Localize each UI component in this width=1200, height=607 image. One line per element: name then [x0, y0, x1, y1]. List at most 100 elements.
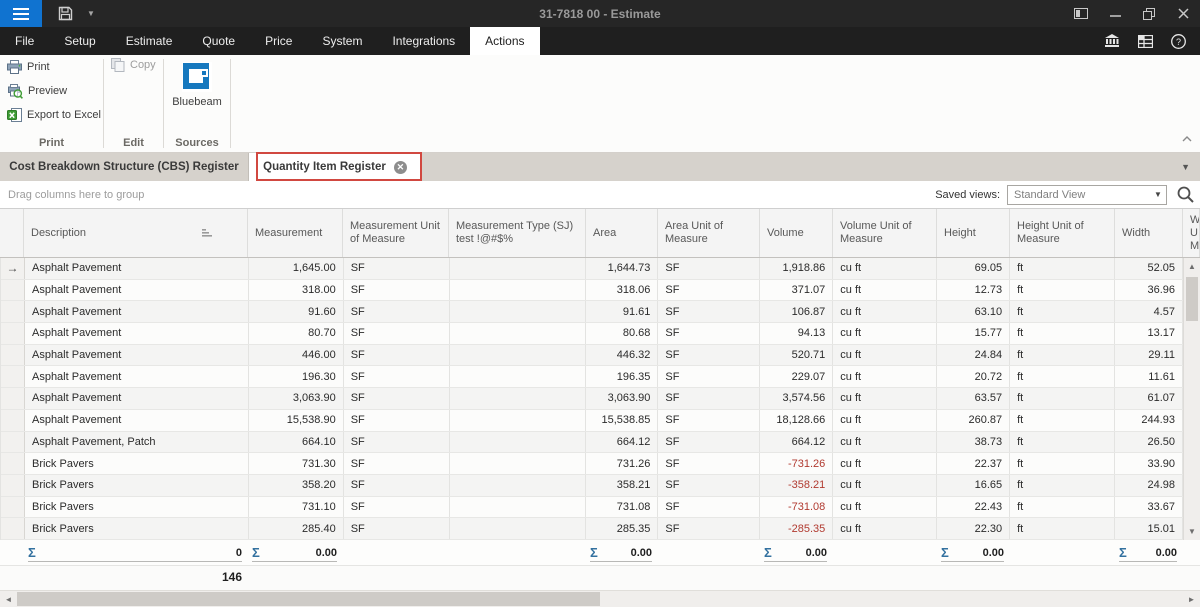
row-indicator-cell[interactable] [1, 497, 25, 518]
help-button[interactable]: ? [1171, 34, 1186, 49]
cell-measurement-type[interactable] [450, 301, 587, 322]
row-indicator-cell[interactable] [1, 410, 25, 431]
tab-cbs-register[interactable]: Cost Breakdown Structure (CBS) Register [0, 153, 249, 181]
cell-height[interactable]: 16.65 [937, 475, 1010, 496]
row-indicator-cell[interactable] [1, 453, 25, 474]
cell-width[interactable]: 26.50 [1115, 432, 1183, 453]
cell-description[interactable]: Brick Pavers [25, 518, 249, 539]
cell-measurement[interactable]: 80.70 [249, 323, 344, 344]
cell-area[interactable]: 446.32 [586, 345, 658, 366]
cell-area[interactable]: 731.26 [586, 453, 658, 474]
cell-volume[interactable]: -358.21 [760, 475, 833, 496]
cell-measurement[interactable]: 731.30 [249, 453, 344, 474]
horizontal-scrollbar[interactable]: ◄ ► [0, 590, 1200, 607]
cell-volume-uom[interactable]: cu ft [833, 366, 937, 387]
cell-height-uom[interactable]: ft [1010, 518, 1115, 539]
cell-volume-uom[interactable]: cu ft [833, 345, 937, 366]
cell-description[interactable]: Asphalt Pavement [25, 323, 249, 344]
menu-item-system[interactable]: System [307, 27, 377, 55]
summary-field-area[interactable]: Σ0.00 [590, 544, 652, 562]
column-header-area[interactable]: Area [586, 209, 658, 257]
preview-button[interactable]: Preview [0, 79, 103, 103]
cell-area[interactable]: 1,644.73 [586, 258, 658, 279]
bluebeam-button[interactable]: Bluebeam [164, 55, 230, 108]
cell-height-uom[interactable]: ft [1010, 475, 1115, 496]
column-header-area-uom[interactable]: Area Unit of Measure [658, 209, 760, 257]
menu-item-actions[interactable]: Actions [470, 27, 539, 55]
cell-measurement-type[interactable] [450, 388, 587, 409]
scroll-left-arrow[interactable]: ◄ [0, 591, 17, 607]
quick-access-dropdown[interactable]: ▼ [82, 0, 100, 27]
cell-height[interactable]: 15.77 [937, 323, 1010, 344]
cell-volume-uom[interactable]: cu ft [833, 258, 937, 279]
cell-description[interactable]: Asphalt Pavement [25, 388, 249, 409]
vertical-scroll-thumb[interactable] [1186, 277, 1198, 321]
cell-height[interactable]: 22.37 [937, 453, 1010, 474]
cell-area-uom[interactable]: SF [658, 497, 760, 518]
cell-volume[interactable]: -285.35 [760, 518, 833, 539]
company-bank-button[interactable] [1104, 34, 1120, 48]
cell-volume[interactable]: 18,128.66 [760, 410, 833, 431]
cell-area-uom[interactable]: SF [658, 518, 760, 539]
sort-filter-icon[interactable] [202, 228, 213, 242]
cell-volume-uom[interactable]: cu ft [833, 301, 937, 322]
cell-area[interactable]: 3,063.90 [586, 388, 658, 409]
scroll-up-arrow[interactable]: ▲ [1184, 258, 1200, 275]
column-header-description[interactable]: Description [24, 209, 248, 257]
row-indicator-cell[interactable] [1, 366, 25, 387]
cell-description[interactable]: Asphalt Pavement [25, 258, 249, 279]
cell-height-uom[interactable]: ft [1010, 432, 1115, 453]
cell-area-uom[interactable]: SF [658, 345, 760, 366]
cell-measurement-uom[interactable]: SF [344, 475, 450, 496]
tab-close-icon[interactable]: ✕ [394, 161, 407, 174]
cell-measurement-uom[interactable]: SF [344, 410, 450, 431]
row-indicator-cell[interactable] [1, 323, 25, 344]
cell-area[interactable]: 285.35 [586, 518, 658, 539]
cell-measurement-type[interactable] [450, 280, 587, 301]
cell-volume[interactable]: 520.71 [760, 345, 833, 366]
cell-area-uom[interactable]: SF [658, 301, 760, 322]
cell-measurement[interactable]: 664.10 [249, 432, 344, 453]
cell-measurement-uom[interactable]: SF [344, 323, 450, 344]
cell-height[interactable]: 63.57 [937, 388, 1010, 409]
cell-volume-uom[interactable]: cu ft [833, 497, 937, 518]
cell-height-uom[interactable]: ft [1010, 280, 1115, 301]
cell-width[interactable]: 15.01 [1115, 518, 1183, 539]
cell-height-uom[interactable]: ft [1010, 323, 1115, 344]
cell-width[interactable]: 13.17 [1115, 323, 1183, 344]
row-indicator-cell[interactable] [1, 388, 25, 409]
column-header-volume-uom[interactable]: Volume Unit of Measure [833, 209, 937, 257]
cell-area-uom[interactable]: SF [658, 323, 760, 344]
cell-measurement-type[interactable] [450, 410, 587, 431]
cell-measurement-type[interactable] [450, 258, 587, 279]
cell-height[interactable]: 22.30 [937, 518, 1010, 539]
cell-measurement[interactable]: 358.20 [249, 475, 344, 496]
cell-height[interactable]: 22.43 [937, 497, 1010, 518]
cell-height[interactable]: 20.72 [937, 366, 1010, 387]
cell-measurement[interactable]: 1,645.00 [249, 258, 344, 279]
cell-measurement-type[interactable] [450, 497, 587, 518]
cell-measurement-type[interactable] [450, 323, 587, 344]
cell-width[interactable]: 11.61 [1115, 366, 1183, 387]
menu-item-price[interactable]: Price [250, 27, 307, 55]
export-to-excel-button[interactable]: Export to Excel [0, 103, 103, 127]
row-indicator-cell[interactable] [1, 475, 25, 496]
cell-volume-uom[interactable]: cu ft [833, 453, 937, 474]
cell-height-uom[interactable]: ft [1010, 410, 1115, 431]
menu-item-setup[interactable]: Setup [49, 27, 110, 55]
cell-area[interactable]: 91.61 [586, 301, 658, 322]
copy-button[interactable]: Copy [104, 55, 163, 75]
menu-item-estimate[interactable]: Estimate [111, 27, 188, 55]
cell-height-uom[interactable]: ft [1010, 366, 1115, 387]
cell-description[interactable]: Asphalt Pavement, Patch [25, 432, 249, 453]
cell-volume-uom[interactable]: cu ft [833, 280, 937, 301]
cell-description[interactable]: Asphalt Pavement [25, 301, 249, 322]
print-button[interactable]: Print [0, 55, 103, 79]
cell-description[interactable]: Brick Pavers [25, 453, 249, 474]
row-indicator-cell[interactable] [1, 518, 25, 539]
row-indicator-cell[interactable] [1, 301, 25, 322]
cell-width[interactable]: 52.05 [1115, 258, 1183, 279]
close-button[interactable] [1166, 0, 1200, 27]
cell-measurement[interactable]: 15,538.90 [249, 410, 344, 431]
cell-volume[interactable]: -731.08 [760, 497, 833, 518]
